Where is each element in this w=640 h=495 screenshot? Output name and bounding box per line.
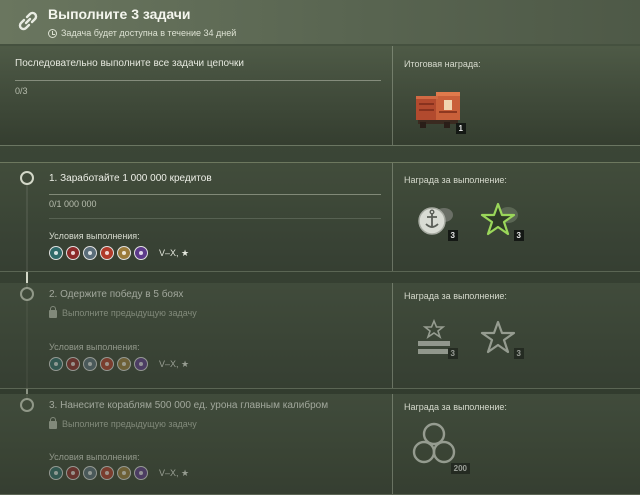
ship-class-battleship-icon[interactable]	[100, 466, 114, 480]
reward-count: 3	[513, 348, 524, 359]
final-reward-label: Итоговая награда:	[404, 59, 481, 69]
ship-class-premium-icon[interactable]	[134, 246, 148, 260]
conditions-label: Условия выполнения:	[49, 342, 140, 352]
reward-item[interactable]: 200	[410, 420, 470, 474]
ship-class-battleship-icon[interactable]	[100, 357, 114, 371]
reward-label: Награда за выполнение:	[404, 175, 507, 185]
locked-text: Выполните предыдущую задачу	[62, 307, 197, 318]
ship-class-carrier-icon[interactable]	[117, 357, 131, 371]
reward-label: Награда за выполнение:	[404, 291, 507, 301]
chain-summary: Последовательно выполните все задачи цеп…	[0, 46, 640, 146]
divider	[49, 218, 381, 219]
divider	[392, 283, 393, 388]
ship-class-carrier-icon[interactable]	[117, 246, 131, 260]
page-title: Выполните 3 задачи	[48, 6, 191, 22]
task-status-circle	[20, 398, 34, 412]
ship-class-cruiser-icon[interactable]	[83, 466, 97, 480]
ship-class-premium-icon[interactable]	[134, 357, 148, 371]
ship-class-cruiser-icon[interactable]	[83, 246, 97, 260]
conditions-label: Условия выполнения:	[49, 231, 140, 241]
conditions-label: Условия выполнения:	[49, 452, 140, 462]
task-2: 2. Одержите победу в 5 боях Выполните пр…	[0, 283, 640, 389]
ship-class-destroyer-icon[interactable]	[66, 357, 80, 371]
chain-progress-bar	[15, 80, 381, 81]
locked-text: Выполните предыдущую задачу	[62, 418, 197, 429]
link-icon	[18, 11, 38, 31]
availability-text: Задача будет доступна в течение 34 дней	[61, 28, 237, 38]
task-3: 3. Нанесите кораблям 500 000 ед. урона г…	[0, 394, 640, 495]
task-progress-text: 0/1 000 000	[49, 199, 97, 209]
ship-class-submarine-icon[interactable]	[49, 246, 63, 260]
lock-icon	[49, 417, 57, 429]
task-title: 3. Нанесите кораблям 500 000 ед. урона г…	[49, 400, 329, 411]
conditions-list: V–X, ★	[49, 466, 189, 480]
ship-class-cruiser-icon[interactable]	[83, 357, 97, 371]
lock-icon	[49, 306, 57, 318]
tier-range: V–X, ★	[159, 467, 190, 478]
tier-range: V–X, ★	[159, 358, 190, 369]
reward-label: Награда за выполнение:	[404, 402, 507, 412]
reward-item[interactable]: 3	[414, 201, 458, 241]
reward-count: 1	[455, 123, 466, 134]
reward-item[interactable]: 3	[480, 201, 524, 241]
ship-class-submarine-icon[interactable]	[49, 357, 63, 371]
divider	[392, 163, 393, 271]
ship-class-premium-icon[interactable]	[134, 466, 148, 480]
tier-range: V–X, ★	[159, 247, 190, 258]
ship-class-battleship-icon[interactable]	[100, 246, 114, 260]
divider	[392, 46, 393, 145]
ship-class-carrier-icon[interactable]	[117, 466, 131, 480]
chain-progress-text: 0/3	[15, 86, 28, 96]
reward-count: 3	[513, 230, 524, 241]
reward-count: 200	[450, 463, 470, 474]
reward-count: 3	[447, 348, 458, 359]
ship-class-destroyer-icon[interactable]	[66, 466, 80, 480]
reward-count: 3	[447, 230, 458, 241]
mission-header: Выполните 3 задачи Задача будет доступна…	[0, 0, 640, 44]
conditions-list: V–X, ★	[49, 246, 189, 260]
ship-class-destroyer-icon[interactable]	[66, 246, 80, 260]
task-status-circle	[20, 171, 34, 185]
task-title: 2. Одержите победу в 5 боях	[49, 289, 184, 300]
divider	[392, 394, 393, 494]
ship-class-submarine-icon[interactable]	[49, 466, 63, 480]
task-status-circle	[20, 287, 34, 301]
task-1: 1. Заработайте 1 000 000 кредитов 0/1 00…	[0, 162, 640, 272]
task-progress-bar	[49, 194, 381, 195]
task-title: 1. Заработайте 1 000 000 кредитов	[49, 173, 212, 184]
chain-summary-title: Последовательно выполните все задачи цеп…	[15, 58, 245, 69]
clock-icon	[48, 28, 57, 38]
reward-item[interactable]: 3	[480, 319, 524, 359]
final-reward-crate[interactable]: 1	[414, 82, 466, 134]
conditions-list: V–X, ★	[49, 357, 189, 371]
reward-item[interactable]: 3	[414, 318, 458, 359]
